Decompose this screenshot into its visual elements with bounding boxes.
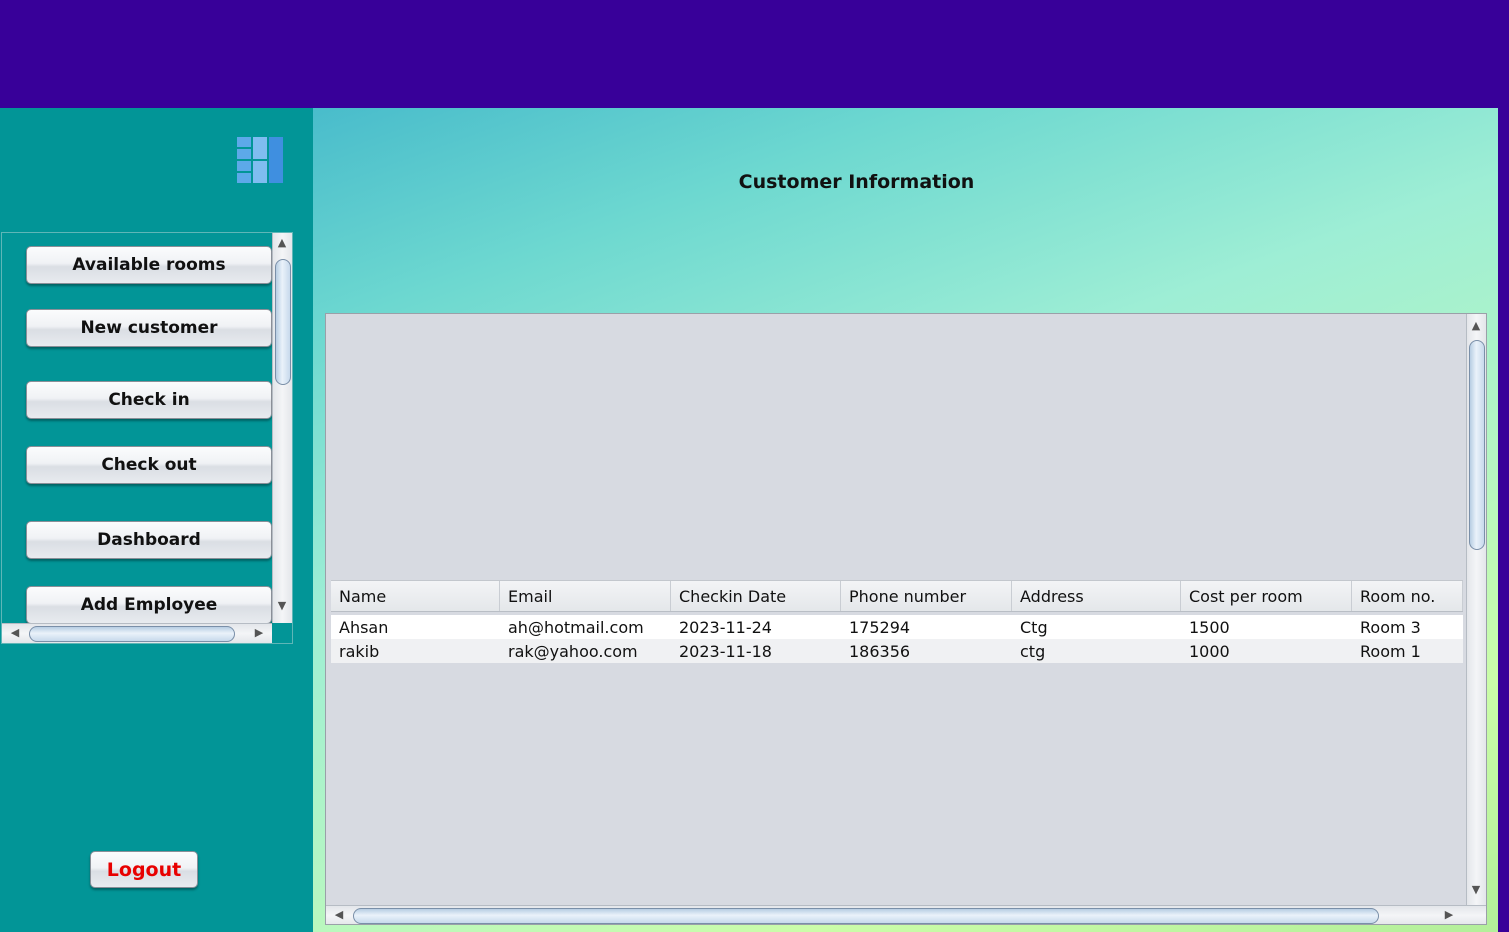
customer-table-pane: Name Email Checkin Date Phone number Add…: [325, 313, 1487, 925]
column-header-cost-per-room[interactable]: Cost per room: [1181, 581, 1352, 611]
table-header: Name Email Checkin Date Phone number Add…: [331, 580, 1463, 612]
scroll-up-icon[interactable]: ▲: [275, 237, 289, 249]
new-customer-button[interactable]: New customer: [26, 309, 272, 347]
nav-horizontal-scroll-thumb[interactable]: [29, 626, 235, 642]
check-in-button[interactable]: Check in: [26, 381, 272, 419]
sidebar: Available rooms New customer Check in Ch…: [0, 108, 313, 932]
main-content: Customer Information Name Email Checkin …: [313, 108, 1498, 932]
cell-phone-number: 186356: [849, 641, 911, 661]
nav-vertical-scrollbar[interactable]: ▲ ▼: [272, 233, 292, 623]
cell-email: rak@yahoo.com: [508, 641, 638, 661]
nav-scroll-panel: Available rooms New customer Check in Ch…: [1, 232, 293, 644]
dashboard-button[interactable]: Dashboard: [26, 521, 272, 559]
dashboard-grid-icon: [237, 137, 283, 183]
add-employee-button[interactable]: Add Employee: [26, 586, 272, 624]
table-vertical-scroll-thumb[interactable]: [1469, 340, 1485, 550]
table-horizontal-scroll-thumb[interactable]: [353, 908, 1379, 924]
column-header-phone-number[interactable]: Phone number: [841, 581, 1012, 611]
scroll-right-icon[interactable]: ▶: [1442, 909, 1456, 921]
cell-checkin-date: 2023-11-18: [679, 641, 772, 661]
table-vertical-scrollbar[interactable]: ▲ ▼: [1466, 314, 1486, 905]
cell-checkin-date: 2023-11-24: [679, 617, 772, 637]
column-header-room-no[interactable]: Room no.: [1352, 581, 1463, 611]
table-row[interactable]: Ahsan ah@hotmail.com 2023-11-24 175294 C…: [331, 615, 1463, 639]
scroll-down-icon[interactable]: ▼: [275, 600, 289, 612]
scroll-up-icon[interactable]: ▲: [1469, 320, 1483, 332]
cell-room-no: Room 3: [1360, 617, 1421, 637]
cell-email: ah@hotmail.com: [508, 617, 644, 637]
nav-vertical-scroll-thumb[interactable]: [275, 259, 291, 385]
cell-name: Ahsan: [339, 617, 389, 637]
window-right-edge: [1498, 108, 1509, 932]
table-horizontal-scrollbar[interactable]: ◀ ▶: [326, 905, 1486, 924]
table-row[interactable]: rakib rak@yahoo.com 2023-11-18 186356 ct…: [331, 639, 1463, 663]
cell-name: rakib: [339, 641, 380, 661]
cell-address: ctg: [1020, 641, 1046, 661]
cell-phone-number: 175294: [849, 617, 911, 637]
cell-room-no: Room 1: [1360, 641, 1421, 661]
cell-cost-per-room: 1000: [1189, 641, 1230, 661]
scroll-right-icon[interactable]: ▶: [252, 627, 266, 639]
scroll-down-icon[interactable]: ▼: [1469, 884, 1483, 896]
logout-button[interactable]: Logout: [90, 851, 198, 888]
column-header-checkin-date[interactable]: Checkin Date: [671, 581, 841, 611]
customer-table: Name Email Checkin Date Phone number Add…: [331, 580, 1463, 663]
column-header-email[interactable]: Email: [500, 581, 671, 611]
scroll-left-icon[interactable]: ◀: [8, 627, 22, 639]
cell-address: Ctg: [1020, 617, 1048, 637]
scroll-left-icon[interactable]: ◀: [332, 909, 346, 921]
cell-cost-per-room: 1500: [1189, 617, 1230, 637]
column-header-name[interactable]: Name: [331, 581, 500, 611]
column-header-address[interactable]: Address: [1012, 581, 1181, 611]
top-bar: [0, 0, 1509, 108]
check-out-button[interactable]: Check out: [26, 446, 272, 484]
page-title: Customer Information: [738, 171, 975, 193]
available-rooms-button[interactable]: Available rooms: [26, 246, 272, 284]
nav-horizontal-scrollbar[interactable]: ◀ ▶: [2, 623, 272, 643]
